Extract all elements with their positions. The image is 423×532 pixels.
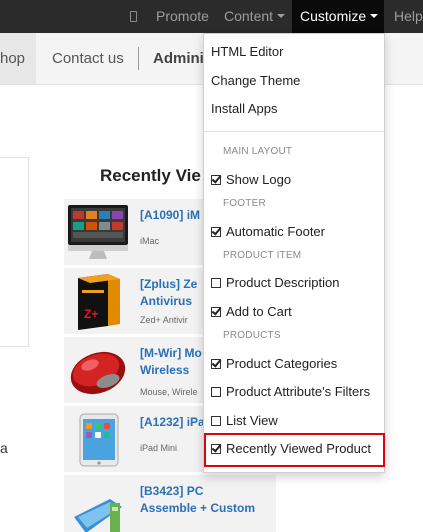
product-name-line: Wireless: [140, 363, 190, 377]
product-name-line: [B3423] PC: [140, 484, 204, 498]
customize-menu-label: Customize: [300, 8, 367, 24]
product-name-line: Antivirus: [140, 294, 193, 308]
left-panel-fragment: [0, 157, 29, 347]
menu-divider: [204, 131, 384, 132]
product-name-line: Assemble + Custom: [140, 501, 256, 515]
product-name-line: [A1232] iPa: [140, 415, 205, 429]
product-description: Mouse, Wirele: [140, 387, 198, 397]
option-label: List View: [226, 413, 278, 428]
product-name[interactable]: [M-Wir] Mo Wireless: [140, 345, 202, 379]
promote-menu[interactable]: Promote: [156, 0, 209, 33]
help-menu[interactable]: Help: [394, 0, 423, 33]
checkbox-checked-icon: [211, 305, 222, 317]
checkbox-checked-icon: [211, 357, 222, 369]
product-name-line: [Zplus] Ze: [140, 277, 198, 291]
menu-item-change-theme[interactable]: Change Theme: [211, 71, 300, 91]
pc-thumb-icon: [74, 499, 122, 532]
option-label: Product Attribute's Filters: [226, 384, 371, 399]
customize-dropdown-menu: HTML Editor Change Theme Install Apps MA…: [203, 33, 385, 473]
option-automatic-footer[interactable]: Automatic Footer: [211, 222, 325, 242]
product-card[interactable]: [B3423] PC Assemble + Custom: [64, 475, 276, 532]
antivirus-box-thumb-icon: Z+: [78, 274, 120, 330]
mobile-phone-icon[interactable]: [130, 11, 137, 22]
option-label: Add to Cart: [226, 304, 292, 319]
menu-item-install-apps[interactable]: Install Apps: [211, 99, 278, 119]
content-menu-label: Content: [224, 8, 274, 24]
checkbox-unchecked-icon: [211, 387, 221, 397]
nav-divider: [138, 47, 139, 70]
checkbox-checked-icon: [211, 173, 222, 185]
ipad-thumb-icon: [79, 413, 119, 467]
checkbox-unchecked-icon: [211, 278, 221, 288]
highlight-box: [204, 433, 385, 467]
option-show-logo[interactable]: Show Logo: [211, 170, 291, 190]
option-label: Show Logo: [226, 172, 292, 187]
product-name[interactable]: [A1090] iM: [140, 207, 200, 224]
option-product-attribute-filters[interactable]: Product Attribute's Filters: [211, 382, 370, 402]
product-name[interactable]: [Zplus] Ze Antivirus: [140, 276, 197, 310]
chevron-down-icon: [277, 14, 286, 18]
menu-header-products: PRODUCTS: [223, 330, 281, 341]
admin-top-bar: Promote Content Customize Help: [0, 0, 423, 33]
menu-item-html-editor[interactable]: HTML Editor: [211, 42, 283, 62]
menu-header-main-layout: MAIN LAYOUT: [223, 146, 293, 157]
recently-viewed-title: Recently Vie: [100, 166, 201, 185]
option-add-to-cart[interactable]: Add to Cart: [211, 302, 292, 322]
content-menu[interactable]: Content: [224, 0, 286, 33]
product-name[interactable]: [B3423] PC Assemble + Custom: [140, 483, 255, 517]
nav-shop-label[interactable]: hop: [0, 33, 25, 84]
nav-contact-us[interactable]: Contact us: [52, 33, 124, 84]
svg-text:Z+: Z+: [84, 307, 98, 321]
mouse-thumb-icon: [70, 351, 126, 395]
chevron-down-icon: [370, 14, 379, 18]
option-product-description[interactable]: Product Description: [211, 273, 339, 293]
option-label: Product Description: [226, 275, 340, 290]
product-description: iPad Mini: [140, 443, 178, 453]
product-name[interactable]: [A1232] iPa: [140, 414, 205, 431]
nav-admin-user[interactable]: Admini: [153, 33, 204, 84]
option-product-categories[interactable]: Product Categories: [211, 354, 337, 374]
product-description: Zed+ Antivir: [140, 315, 188, 325]
product-name-line: [M-Wir] Mo: [140, 346, 202, 360]
checkbox-unchecked-icon: [211, 416, 221, 426]
product-name-line: [A1090] iM: [140, 208, 201, 222]
imac-thumb-icon: [68, 205, 128, 259]
customize-menu[interactable]: Customize: [292, 0, 384, 33]
option-label: Product Categories: [226, 356, 338, 371]
product-description: iMac: [140, 236, 160, 246]
menu-header-product-item: PRODUCT ITEM: [223, 250, 302, 261]
checkbox-checked-icon: [211, 225, 222, 237]
left-text-fragment: a: [0, 440, 8, 456]
option-label: Automatic Footer: [226, 224, 325, 239]
menu-header-footer: FOOTER: [223, 198, 266, 209]
option-list-view[interactable]: List View: [211, 411, 278, 431]
